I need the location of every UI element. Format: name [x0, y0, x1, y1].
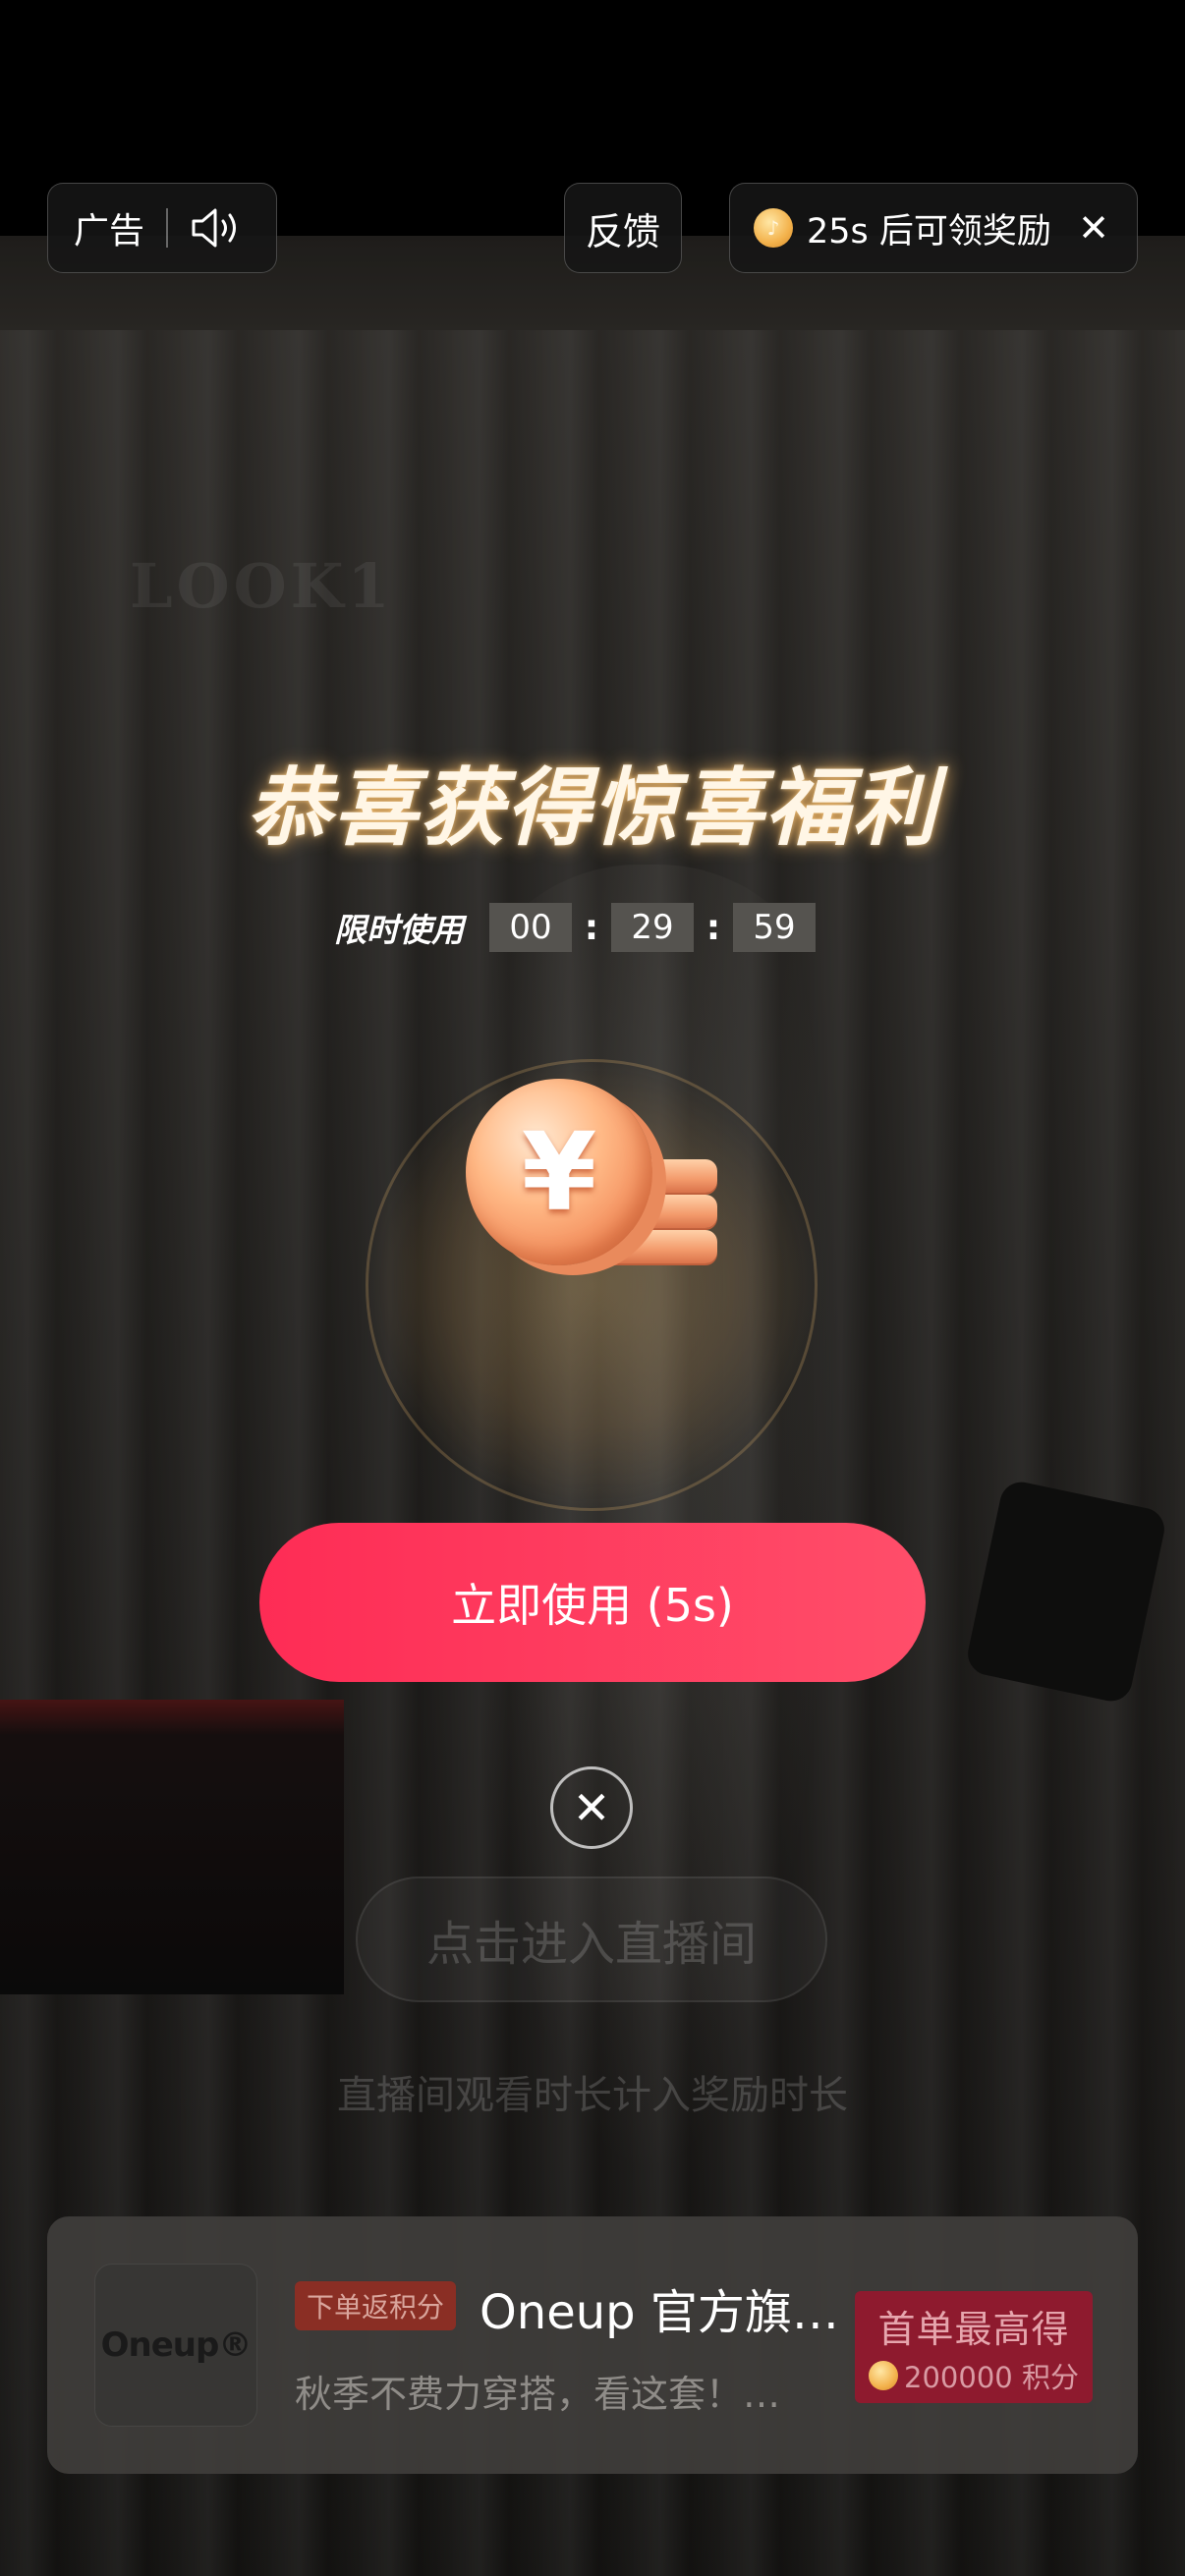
timer-hours: 00	[489, 903, 572, 952]
reward-title: 恭喜获得惊喜福利	[247, 759, 938, 858]
brand-logo[interactable]: Oneup®	[94, 2264, 257, 2427]
reward-countdown-pill[interactable]: ♪ 25s 后可领奖励 ✕	[729, 183, 1138, 273]
ad-description: 秋季不费力穿搭，看这套！…	[295, 2373, 781, 2416]
offer-points: 200000 积分	[869, 2355, 1079, 2396]
points-coin-icon	[869, 2360, 899, 2390]
timer-separator: :	[584, 907, 599, 948]
offer-points-label: 200000 积分	[904, 2360, 1079, 2394]
timer-minutes: 29	[611, 903, 694, 952]
feedback-label: 反馈	[585, 209, 660, 253]
yuan-symbol: ¥	[521, 1109, 597, 1235]
reward-countdown-label: 25s 后可领奖励	[807, 211, 1051, 252]
enter-live-room-button[interactable]: 点击进入直播间	[356, 1876, 827, 2002]
close-icon[interactable]: ✕	[1078, 206, 1109, 250]
modal-close-icon[interactable]: ✕	[550, 1766, 633, 1849]
feedback-button[interactable]: 反馈	[564, 183, 682, 273]
ad-label: 广告	[74, 211, 145, 252]
speaker-icon[interactable]	[190, 204, 245, 252]
timer-separator: :	[705, 907, 721, 948]
ad-card[interactable]: Oneup® 下单返积分 Oneup 官方旗… 秋季不费力穿搭，看这套！… 首单…	[47, 2216, 1138, 2474]
live-watch-note: 直播间观看时长计入奖励时长	[337, 2073, 848, 2118]
offer-title: 首单最高得	[877, 2307, 1070, 2351]
music-coin-icon: ♪	[754, 208, 793, 248]
countdown-timer: 限时使用 00 : 29 : 59	[334, 902, 816, 953]
ad-store-name[interactable]: Oneup 官方旗…	[480, 2273, 839, 2342]
use-now-button[interactable]: 立即使用 (5s)	[259, 1523, 926, 1682]
timer-label: 限时使用	[334, 911, 464, 949]
yuan-coin-icon: ¥	[466, 1079, 652, 1265]
pill-divider	[166, 208, 169, 248]
ad-offer-button[interactable]: 首单最高得 200000 积分	[855, 2291, 1093, 2403]
timer-seconds: 59	[733, 903, 816, 952]
ad-label-pill: 广告	[47, 183, 277, 273]
ad-tag-badge: 下单返积分	[295, 2281, 457, 2330]
